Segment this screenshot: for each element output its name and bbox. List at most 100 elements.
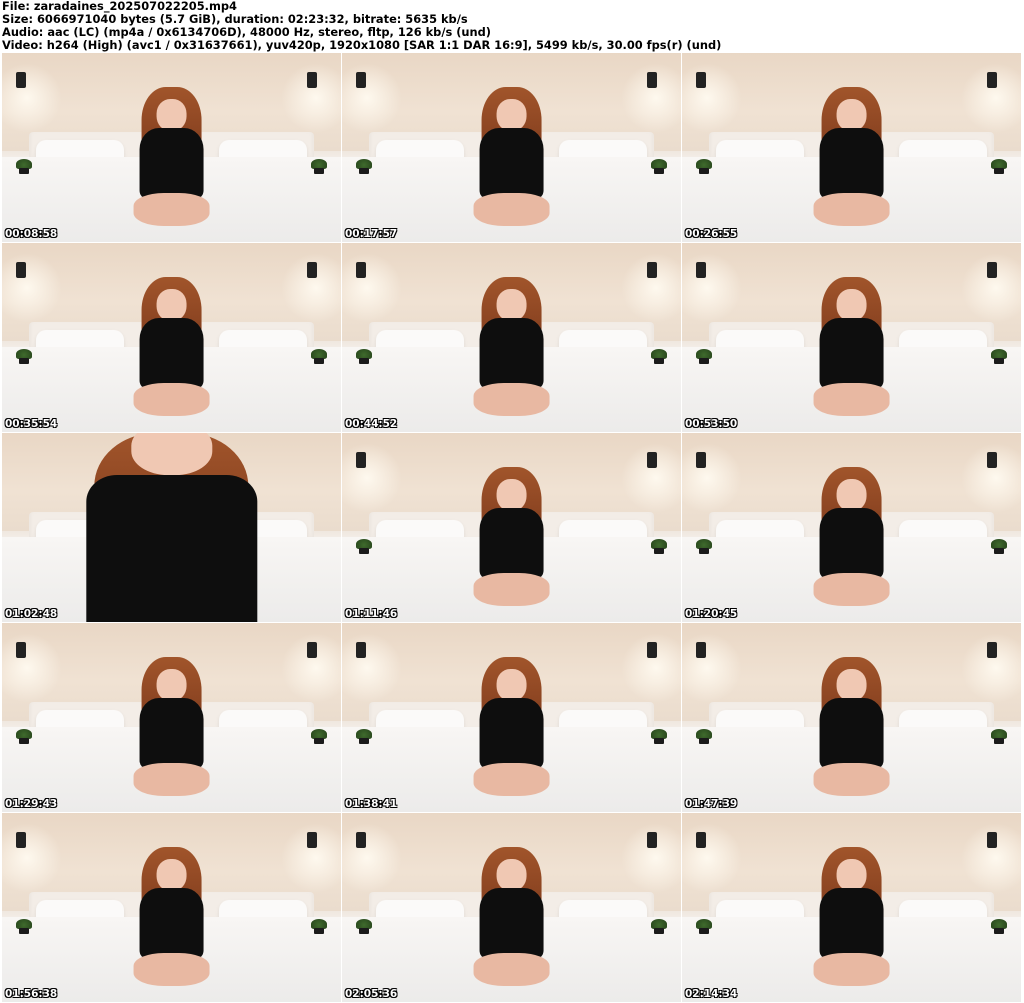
person-figure	[804, 87, 899, 234]
wall-lamp-icon	[647, 71, 658, 88]
wall-lamp-icon	[307, 831, 318, 848]
thumbnail[interactable]: 01:20:45	[682, 433, 1021, 622]
wall-lamp-icon	[695, 71, 706, 88]
thumbnail-timestamp: 00:44:52	[345, 418, 398, 430]
person-figure	[464, 277, 559, 424]
person-figure	[124, 657, 219, 804]
plant-icon	[311, 728, 328, 744]
file-size-line: Size: 6066971040 bytes (5.7 GiB), durati…	[2, 13, 468, 26]
plant-icon	[355, 348, 372, 364]
plant-icon	[355, 728, 372, 744]
person-figure	[804, 467, 899, 614]
thumbnail[interactable]: 01:38:41	[342, 623, 681, 812]
thumbnail-timestamp: 01:29:43	[5, 798, 58, 810]
wall-lamp-icon	[987, 71, 998, 88]
thumbnail-timestamp: 00:35:54	[5, 418, 58, 430]
thumbnail[interactable]: 01:11:46	[342, 433, 681, 622]
plant-icon	[311, 918, 328, 934]
person-figure	[464, 657, 559, 804]
person-figure	[124, 87, 219, 234]
thumbnail[interactable]: 00:53:50	[682, 243, 1021, 432]
wall-lamp-icon	[355, 641, 366, 658]
wall-lamp-icon	[647, 261, 658, 278]
thumbnail-timestamp: 01:47:39	[685, 798, 738, 810]
plant-icon	[695, 348, 712, 364]
video-info-line: Video: h264 (High) (avc1 / 0x31637661), …	[2, 39, 722, 52]
person-figure	[70, 433, 273, 622]
thumbnail[interactable]: 02:14:34	[682, 813, 1021, 1002]
person-figure	[804, 277, 899, 424]
plant-icon	[355, 538, 372, 554]
thumbnail[interactable]: 00:17:57	[342, 53, 681, 242]
wall-lamp-icon	[647, 451, 658, 468]
thumbnail-timestamp: 01:20:45	[685, 608, 738, 620]
thumbnail[interactable]: 01:02:48	[2, 433, 341, 622]
wall-lamp-icon	[355, 831, 366, 848]
person-figure	[464, 847, 559, 994]
wall-lamp-icon	[355, 71, 366, 88]
plant-icon	[15, 918, 32, 934]
person-figure	[804, 847, 899, 994]
thumbnail-timestamp: 01:11:46	[345, 608, 398, 620]
plant-icon	[695, 538, 712, 554]
wall-lamp-icon	[695, 641, 706, 658]
person-figure	[464, 467, 559, 614]
wall-lamp-icon	[355, 451, 366, 468]
wall-lamp-icon	[15, 71, 26, 88]
thumbnail[interactable]: 00:26:55	[682, 53, 1021, 242]
wall-lamp-icon	[307, 641, 318, 658]
plant-icon	[651, 538, 668, 554]
plant-icon	[651, 918, 668, 934]
plant-icon	[311, 158, 328, 174]
plant-icon	[15, 348, 32, 364]
thumbnail-timestamp: 01:02:48	[5, 608, 58, 620]
thumbnail-timestamp: 01:56:38	[5, 988, 58, 1000]
wall-lamp-icon	[987, 831, 998, 848]
thumbnail-timestamp: 00:26:55	[685, 228, 738, 240]
wall-lamp-icon	[307, 71, 318, 88]
person-figure	[804, 657, 899, 804]
wall-lamp-icon	[987, 641, 998, 658]
plant-icon	[695, 918, 712, 934]
thumbnail[interactable]: 01:47:39	[682, 623, 1021, 812]
thumbnail-timestamp: 02:14:34	[685, 988, 738, 1000]
thumbnail-timestamp: 00:08:58	[5, 228, 58, 240]
plant-icon	[991, 158, 1008, 174]
plant-icon	[991, 348, 1008, 364]
thumbnail-timestamp: 01:38:41	[345, 798, 398, 810]
plant-icon	[991, 918, 1008, 934]
person-figure	[124, 277, 219, 424]
wall-lamp-icon	[695, 451, 706, 468]
thumbnail-grid: 00:08:58 00:17:57 00:26:55 00:35:54 00:4…	[2, 53, 1022, 1003]
audio-info-line: Audio: aac (LC) (mp4a / 0x6134706D), 480…	[2, 26, 492, 39]
plant-icon	[15, 158, 32, 174]
plant-icon	[651, 158, 668, 174]
plant-icon	[311, 348, 328, 364]
wall-lamp-icon	[987, 261, 998, 278]
plant-icon	[355, 918, 372, 934]
thumbnail[interactable]: 01:29:43	[2, 623, 341, 812]
thumbnail[interactable]: 01:56:38	[2, 813, 341, 1002]
thumbnail[interactable]: 00:08:58	[2, 53, 341, 242]
thumbnail[interactable]: 02:05:36	[342, 813, 681, 1002]
plant-icon	[695, 158, 712, 174]
plant-icon	[991, 538, 1008, 554]
plant-icon	[651, 348, 668, 364]
wall-lamp-icon	[647, 641, 658, 658]
thumbnail-timestamp: 00:17:57	[345, 228, 398, 240]
wall-lamp-icon	[695, 831, 706, 848]
wall-lamp-icon	[987, 451, 998, 468]
wall-lamp-icon	[307, 261, 318, 278]
plant-icon	[15, 728, 32, 744]
thumbnail-timestamp: 00:53:50	[685, 418, 738, 430]
thumbnail-timestamp: 02:05:36	[345, 988, 398, 1000]
wall-lamp-icon	[695, 261, 706, 278]
wall-lamp-icon	[15, 261, 26, 278]
thumbnail[interactable]: 00:35:54	[2, 243, 341, 432]
thumbnail[interactable]: 00:44:52	[342, 243, 681, 432]
plant-icon	[695, 728, 712, 744]
plant-icon	[355, 158, 372, 174]
wall-lamp-icon	[647, 831, 658, 848]
file-name-line: File: zaradaines_202507022205.mp4	[2, 0, 237, 13]
person-figure	[124, 847, 219, 994]
